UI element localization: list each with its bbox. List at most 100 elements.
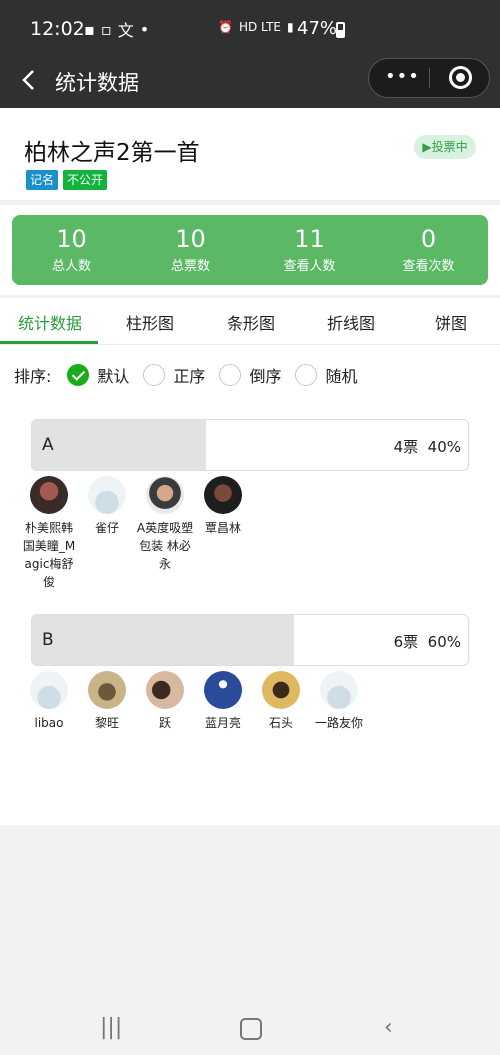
translate-icon: 文 <box>117 21 134 40</box>
stat-label: 总人数 <box>51 259 91 274</box>
voter[interactable]: 黎旺 <box>78 671 136 732</box>
option-percent-fill <box>32 420 207 470</box>
recent-apps-icon[interactable]: ||| <box>100 1015 122 1040</box>
avatar <box>146 476 184 514</box>
voter-name: 雀仔 <box>94 521 119 535</box>
status-time: 12:02 <box>30 18 85 40</box>
voter[interactable]: 一路友你 <box>310 671 368 732</box>
tab-bar-chart[interactable]: 条形图 <box>227 310 275 334</box>
avatar <box>30 671 68 709</box>
signal-icon: ▮ <box>286 20 294 34</box>
battery-percent: 47% <box>297 18 338 39</box>
voter[interactable]: 石头 <box>252 671 310 732</box>
sort-desc-radio[interactable]: 倒序 <box>219 363 281 387</box>
voter-name: 石头 <box>268 716 293 730</box>
stat-total-people: 10 总人数 <box>12 215 131 285</box>
stats-section: 10 总人数 10 总票数 11 查看人数 0 查看次数 <box>0 205 500 295</box>
voter[interactable]: 雀仔 <box>78 476 136 591</box>
radio-icon <box>219 364 242 386</box>
voter-name: 一路友你 <box>314 716 363 730</box>
option-percent: 40% <box>427 438 461 456</box>
voter-name: 覃昌林 <box>204 521 241 535</box>
option-result-bar: B 6票 60% <box>31 614 469 666</box>
close-mini-program-icon[interactable] <box>449 66 472 89</box>
image-icon: ▫ <box>100 19 112 39</box>
avatar <box>88 671 126 709</box>
tab-pie-chart[interactable]: 饼图 <box>435 310 467 334</box>
poll-status-badge: ▶投票中 <box>414 135 476 159</box>
back-icon[interactable]: ‹ <box>384 1015 393 1040</box>
voter-list: 朴美熙韩国美瞳_Magic梅舒俊 雀仔 A英度吸塑包装 林必永 覃昌林 <box>20 476 252 591</box>
voter-name: 黎旺 <box>94 716 119 730</box>
sort-asc-radio[interactable]: 正序 <box>143 363 205 387</box>
stat-label: 总票数 <box>170 259 210 274</box>
status-bar: 12:02 ▪ ▫ 文 • ⏰ HD LTE ▮ 47% <box>0 0 500 58</box>
option-name: B <box>42 630 54 650</box>
tag-private: 不公开 <box>63 170 108 190</box>
option-percent-fill <box>32 615 294 665</box>
voter[interactable]: 覃昌林 <box>194 476 252 591</box>
option-votes: 6票 <box>393 633 419 651</box>
mini-program-capsule: ••• <box>368 58 490 98</box>
voter[interactable]: 蓝月亮 <box>194 671 252 732</box>
avatar <box>320 671 358 709</box>
radio-checked-icon <box>67 364 90 386</box>
radio-label: 正序 <box>173 367 206 386</box>
stat-value: 10 <box>56 225 87 253</box>
tag-named: 记名 <box>26 170 59 190</box>
option-stats: 6票 60% <box>394 631 461 652</box>
radio-label: 默认 <box>97 367 130 386</box>
voter[interactable]: A英度吸塑包装 林必永 <box>136 476 194 591</box>
sort-random-radio[interactable]: 随机 <box>295 363 357 387</box>
avatar <box>204 476 242 514</box>
voter[interactable]: 跃 <box>136 671 194 732</box>
voter-name: libao <box>34 716 64 730</box>
option-votes: 4票 <box>393 438 419 456</box>
stat-viewers: 11 查看人数 <box>250 215 369 285</box>
avatar <box>30 476 68 514</box>
poll-header: 柏林之声2第一首 记名 不公开 ▶投票中 <box>0 108 500 200</box>
capsule-divider <box>429 68 430 88</box>
stat-value: 10 <box>175 225 206 253</box>
tab-statistics[interactable]: 统计数据 <box>18 310 82 334</box>
battery-icon <box>336 22 345 38</box>
option-percent: 60% <box>427 633 461 651</box>
sort-default-radio[interactable]: 默认 <box>67 363 129 387</box>
option-stats: 4票 40% <box>394 436 461 457</box>
avatar <box>204 671 242 709</box>
page-title: 统计数据 <box>55 71 139 95</box>
notification-icons: ▪ ▫ 文 • <box>84 17 149 41</box>
stat-value: 11 <box>294 225 325 253</box>
home-icon[interactable] <box>240 1018 262 1040</box>
voter-list: libao 黎旺 跃 蓝月亮 石头 一路友你 <box>20 671 368 732</box>
radio-label: 随机 <box>325 367 358 386</box>
voter-name: 蓝月亮 <box>204 716 241 730</box>
radio-icon <box>295 364 318 386</box>
avatar <box>262 671 300 709</box>
voter-name: A英度吸塑包装 林必永 <box>136 521 194 571</box>
message-icon: ▪ <box>84 19 95 39</box>
sort-row: 排序: 默认 正序 倒序 随机 <box>14 363 371 387</box>
dot-icon: • <box>139 19 150 39</box>
stat-value: 0 <box>420 225 437 253</box>
stats-card: 10 总人数 10 总票数 11 查看人数 0 查看次数 <box>12 215 488 285</box>
voter[interactable]: libao <box>20 671 78 732</box>
nav-bar: 统计数据 ••• <box>0 58 500 108</box>
voter[interactable]: 朴美熙韩国美瞳_Magic梅舒俊 <box>20 476 78 591</box>
avatar <box>88 476 126 514</box>
sort-label: 排序: <box>14 367 52 386</box>
stat-label: 查看次数 <box>402 259 455 274</box>
alarm-icon: ⏰ <box>218 20 233 34</box>
system-nav-bar: ||| ‹ <box>0 1000 500 1055</box>
voter-name: 跃 <box>158 716 171 730</box>
statistics-content: 排序: 默认 正序 倒序 随机 A 4票 40% 朴美熙韩国美瞳_Magic梅舒… <box>0 345 500 825</box>
option-result-bar: A 4票 40% <box>31 419 469 471</box>
voter-name: 朴美熙韩国美瞳_Magic梅舒俊 <box>22 521 76 589</box>
stat-total-votes: 10 总票数 <box>131 215 250 285</box>
avatar <box>146 671 184 709</box>
tab-column-chart[interactable]: 柱形图 <box>126 310 174 334</box>
stat-views: 0 查看次数 <box>369 215 488 285</box>
back-arrow-icon[interactable] <box>18 68 42 92</box>
more-icon[interactable]: ••• <box>385 67 420 87</box>
tab-line-chart[interactable]: 折线图 <box>327 310 375 334</box>
